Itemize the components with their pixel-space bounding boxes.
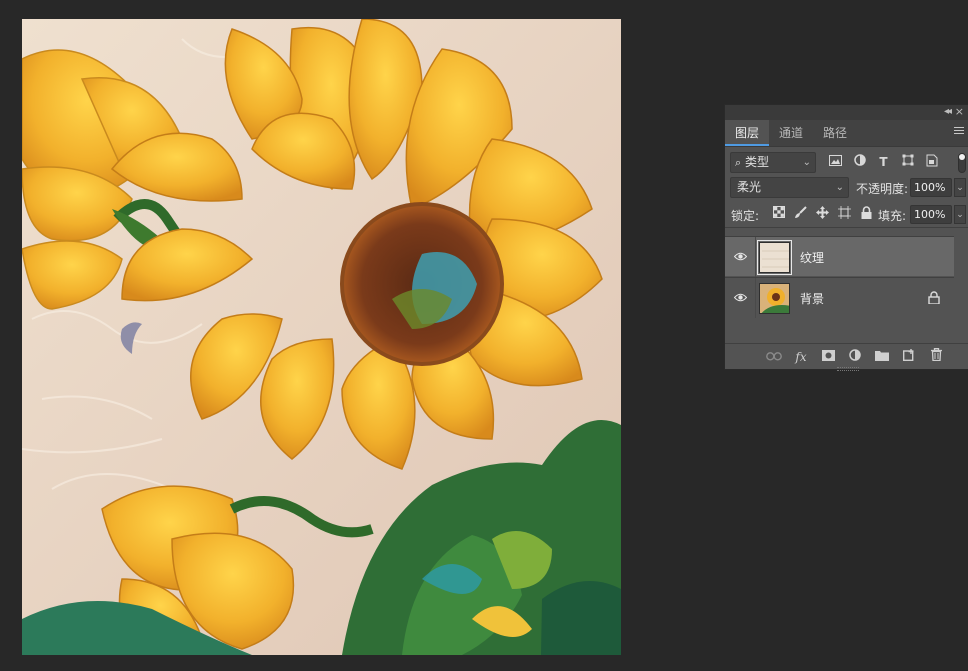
chevron-down-icon: ⌄ (802, 157, 811, 168)
chevron-down-icon: ⌄ (835, 182, 844, 193)
search-icon: ⌕ (735, 156, 742, 169)
visibility-eye-icon[interactable] (734, 250, 747, 263)
fill-label: 填充: (878, 209, 907, 223)
opacity-input[interactable]: 100% (910, 178, 952, 197)
lock-image-pixels-icon[interactable] (792, 206, 809, 223)
delete-layer-icon[interactable] (927, 348, 945, 366)
fill-dropdown-icon[interactable]: ⌄ (954, 205, 966, 224)
layers-panel: ◂◂ × 图层 通道 路径 ⌕ 类型 ⌄ T 柔光 ⌄ 不透明度: 100% ⌄… (724, 104, 968, 371)
blend-row: 柔光 ⌄ 不透明度: 100% ⌄ (725, 174, 968, 201)
tab-layers[interactable]: 图层 (725, 120, 770, 146)
layer-divider (755, 278, 756, 318)
document-canvas[interactable] (22, 19, 621, 655)
panel-collapse-bar: ◂◂ × (725, 105, 968, 120)
lock-row: 锁定: 填充: 100% ⌄ (725, 201, 968, 228)
layer-thumbnail-texture (757, 240, 792, 275)
adjustment-layer-icon[interactable] (846, 348, 864, 366)
type-filter-icon[interactable]: T (875, 154, 892, 171)
collapse-panel-icon[interactable]: ◂◂ (944, 106, 952, 117)
shape-filter-icon[interactable] (899, 154, 916, 171)
layer-lock-icon[interactable] (928, 291, 940, 304)
layer-row-texture[interactable]: 纹理 (725, 236, 954, 277)
panel-menu-icon[interactable] (954, 127, 964, 137)
layers-bottom-toolbar: fx (725, 343, 968, 371)
blend-mode-select[interactable]: 柔光 ⌄ (730, 177, 849, 198)
tab-channels[interactable]: 通道 (769, 120, 813, 146)
opacity-label: 不透明度: (856, 182, 909, 196)
new-group-icon[interactable] (873, 348, 891, 366)
close-panel-icon[interactable]: × (955, 105, 964, 118)
lock-artboard-icon[interactable] (836, 206, 853, 223)
photoshop-workspace: ◂◂ × 图层 通道 路径 ⌕ 类型 ⌄ T 柔光 ⌄ 不透明度: 100% ⌄… (0, 0, 968, 671)
layer-name[interactable]: 纹理 (800, 249, 824, 266)
panel-resize-grip[interactable] (837, 367, 859, 371)
adjustment-filter-icon[interactable] (851, 154, 868, 171)
lock-position-icon[interactable] (814, 206, 831, 223)
layer-name[interactable]: 背景 (800, 290, 824, 307)
smart-object-filter-icon[interactable] (923, 154, 940, 171)
layer-divider (755, 237, 756, 277)
filter-type-label: 类型 (745, 155, 770, 169)
lock-label: 锁定: (731, 209, 760, 223)
layer-row-background[interactable]: 背景 (725, 277, 954, 318)
blend-mode-value: 柔光 (737, 180, 762, 194)
layer-thumbnail-background (759, 283, 790, 314)
image-filter-icon[interactable] (827, 154, 844, 171)
filter-type-select[interactable]: ⌕ 类型 ⌄ (730, 152, 816, 173)
new-layer-icon[interactable] (900, 348, 918, 366)
filter-row: ⌕ 类型 ⌄ T (725, 147, 968, 174)
filter-toggle[interactable] (958, 153, 966, 173)
panel-tabs: 图层 通道 路径 (725, 120, 968, 147)
visibility-eye-icon[interactable] (734, 291, 747, 304)
lock-transparent-pixels-icon[interactable] (770, 206, 787, 223)
sunflower-painting (22, 19, 621, 655)
fx-icon[interactable]: fx (792, 348, 810, 366)
fill-input[interactable]: 100% (910, 205, 952, 224)
link-layers-icon[interactable] (765, 348, 783, 366)
add-mask-icon[interactable] (819, 348, 837, 366)
opacity-dropdown-icon[interactable]: ⌄ (954, 178, 966, 197)
layers-list: 纹理 背景 (725, 236, 968, 318)
tab-paths[interactable]: 路径 (813, 120, 857, 146)
lock-all-icon[interactable] (858, 206, 875, 223)
